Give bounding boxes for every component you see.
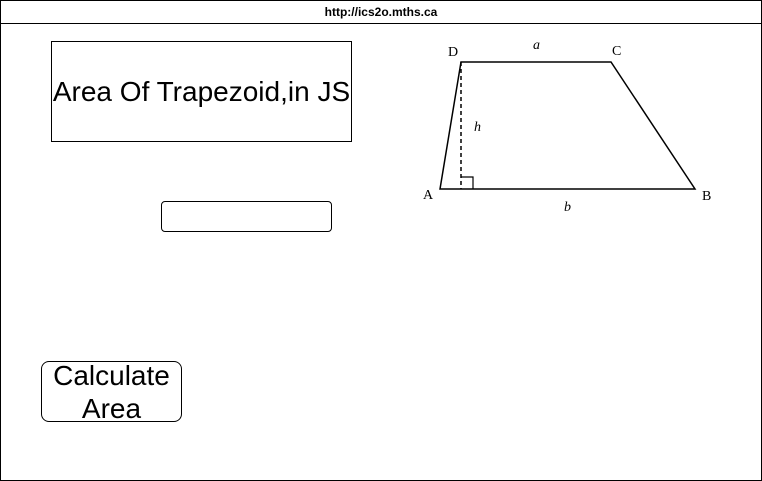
page-title: Area Of Trapezoid,in JS [51, 41, 352, 142]
browser-frame: http://ics2o.mths.ca Area Of Trapezoid,i… [0, 0, 762, 481]
url-text: http://ics2o.mths.ca [324, 5, 438, 19]
vertex-label-d: D [448, 45, 458, 60]
vertex-label-a: A [423, 188, 434, 203]
calculate-area-button[interactable]: Calculate Area [41, 359, 182, 424]
side-label-a: a [533, 38, 540, 53]
height-label-h: h [474, 120, 481, 135]
right-angle-marker [461, 176, 474, 189]
vertex-label-b: B [702, 189, 711, 204]
page-title-text: Area Of Trapezoid,in JS [52, 75, 351, 107]
measurement-input[interactable] [161, 201, 332, 232]
vertex-label-c: C [612, 44, 621, 59]
url-bar: http://ics2o.mths.ca [1, 1, 761, 24]
side-label-b: b [564, 200, 571, 215]
calculate-area-label: Calculate Area [53, 359, 170, 424]
trapezoid-diagram: D C A B a b h [423, 38, 711, 215]
